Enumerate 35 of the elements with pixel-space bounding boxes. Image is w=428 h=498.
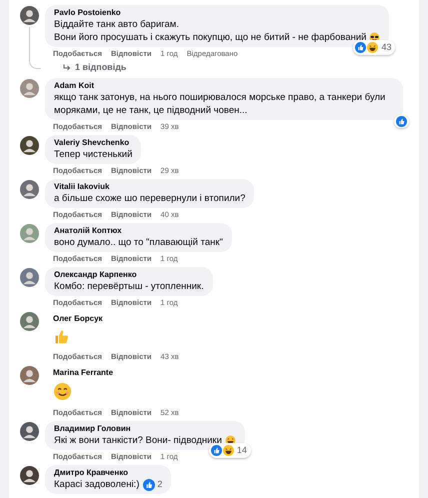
author-name[interactable]: Valeriy Shevchenko	[54, 137, 132, 148]
author-name[interactable]: Олег Борсук	[53, 313, 103, 324]
avatar	[20, 422, 39, 441]
author-name[interactable]: Pavlo Postoienko	[54, 7, 380, 18]
comment-text: Комбо: перевёртыш - утопленник.	[54, 280, 204, 293]
reply-arrow-icon	[62, 62, 72, 72]
author-name[interactable]: Vitalii Iakoviuk	[54, 181, 246, 192]
comment-text: Віддайте танк авто баригам.	[54, 18, 180, 31]
comment-text: Карасі задоволені:) 2	[54, 478, 162, 492]
reaction-pill[interactable]: 14	[208, 442, 251, 458]
reaction-count: 43	[381, 40, 392, 54]
comment-text: а більше схоже шо перевернули і втопили?	[54, 192, 246, 205]
author-name[interactable]: Анатолій Коптюх	[54, 225, 223, 236]
avatar	[20, 6, 39, 25]
comment-text: Тепер чистенький	[54, 148, 132, 161]
comment-text: воно думало.. що то "плавающій танк"	[54, 236, 223, 249]
author-name[interactable]: Adam Koit	[54, 80, 394, 91]
thread-line	[29, 27, 41, 69]
avatar	[20, 312, 39, 331]
reaction-pill[interactable]: 43	[353, 40, 396, 55]
replies-link[interactable]: 1 відповідь	[62, 62, 419, 73]
author-name[interactable]: Marina Ferrante	[53, 367, 114, 378]
author-name[interactable]: Владимир Головин	[54, 423, 236, 434]
author-name[interactable]: Олександр Карпенко	[54, 269, 204, 280]
avatar	[20, 180, 39, 199]
reaction-count: 2	[157, 478, 162, 491]
avatar	[20, 224, 39, 243]
avatar	[20, 366, 39, 385]
comment-text: якщо танк затонув, на нього поширювалося морське право, а танкери були моряками, це не танк, це підводний човен...	[54, 91, 386, 117]
reaction-count: 14	[236, 444, 247, 456]
avatar	[20, 79, 39, 98]
author-name[interactable]: Дмитро Кравченко	[54, 467, 162, 478]
avatar	[20, 268, 39, 287]
avatar	[20, 466, 39, 485]
avatar	[20, 136, 39, 155]
